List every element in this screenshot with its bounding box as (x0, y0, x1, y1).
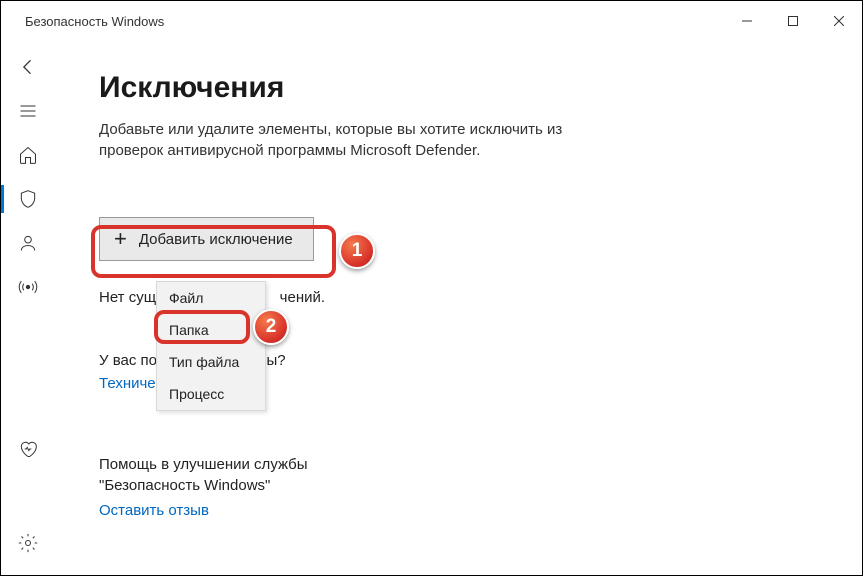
dropdown-file[interactable]: Файл (157, 282, 265, 314)
annotation-marker-2: 2 (253, 309, 289, 345)
page-description: Добавьте или удалите элементы, которые в… (99, 119, 599, 161)
close-button[interactable] (816, 1, 862, 41)
sidebar-virus-protection[interactable] (1, 177, 55, 221)
gear-icon (18, 533, 38, 553)
add-exclusion-button[interactable]: + Добавить исключение (99, 217, 314, 261)
dropdown-process[interactable]: Процесс (157, 378, 265, 410)
wifi-icon (18, 277, 38, 297)
back-arrow-icon (18, 57, 38, 77)
sidebar-gap (1, 309, 55, 427)
dropdown-folder[interactable]: Папка (157, 314, 265, 346)
add-exclusion-dropdown: Файл Папка Тип файла Процесс (156, 281, 266, 411)
sidebar-firewall[interactable] (1, 265, 55, 309)
dropdown-filetype[interactable]: Тип файла (157, 346, 265, 378)
plus-icon: + (114, 228, 127, 250)
feedback-link[interactable]: Оставить отзыв (99, 502, 209, 519)
heart-health-icon (18, 439, 38, 459)
home-icon (18, 145, 38, 165)
window-controls (724, 1, 862, 41)
menu-button[interactable] (1, 89, 55, 133)
hamburger-icon (18, 101, 38, 121)
sidebar-home[interactable] (1, 133, 55, 177)
back-button[interactable] (1, 45, 55, 89)
sidebar-health[interactable] (1, 427, 55, 471)
annotation-marker-1: 1 (339, 233, 375, 269)
add-button-label: Добавить исключение (139, 231, 293, 248)
sidebar-account[interactable] (1, 221, 55, 265)
shield-icon (18, 189, 38, 209)
minimize-button[interactable] (724, 1, 770, 41)
person-icon (18, 233, 38, 253)
window-title: Безопасность Windows (25, 14, 164, 29)
maximize-button[interactable] (770, 1, 816, 41)
page-title: Исключения (99, 71, 834, 105)
feedback-label: Помощь в улучшении службы "Безопасность … (99, 454, 359, 496)
sidebar (1, 41, 55, 575)
sidebar-settings[interactable] (1, 521, 55, 565)
